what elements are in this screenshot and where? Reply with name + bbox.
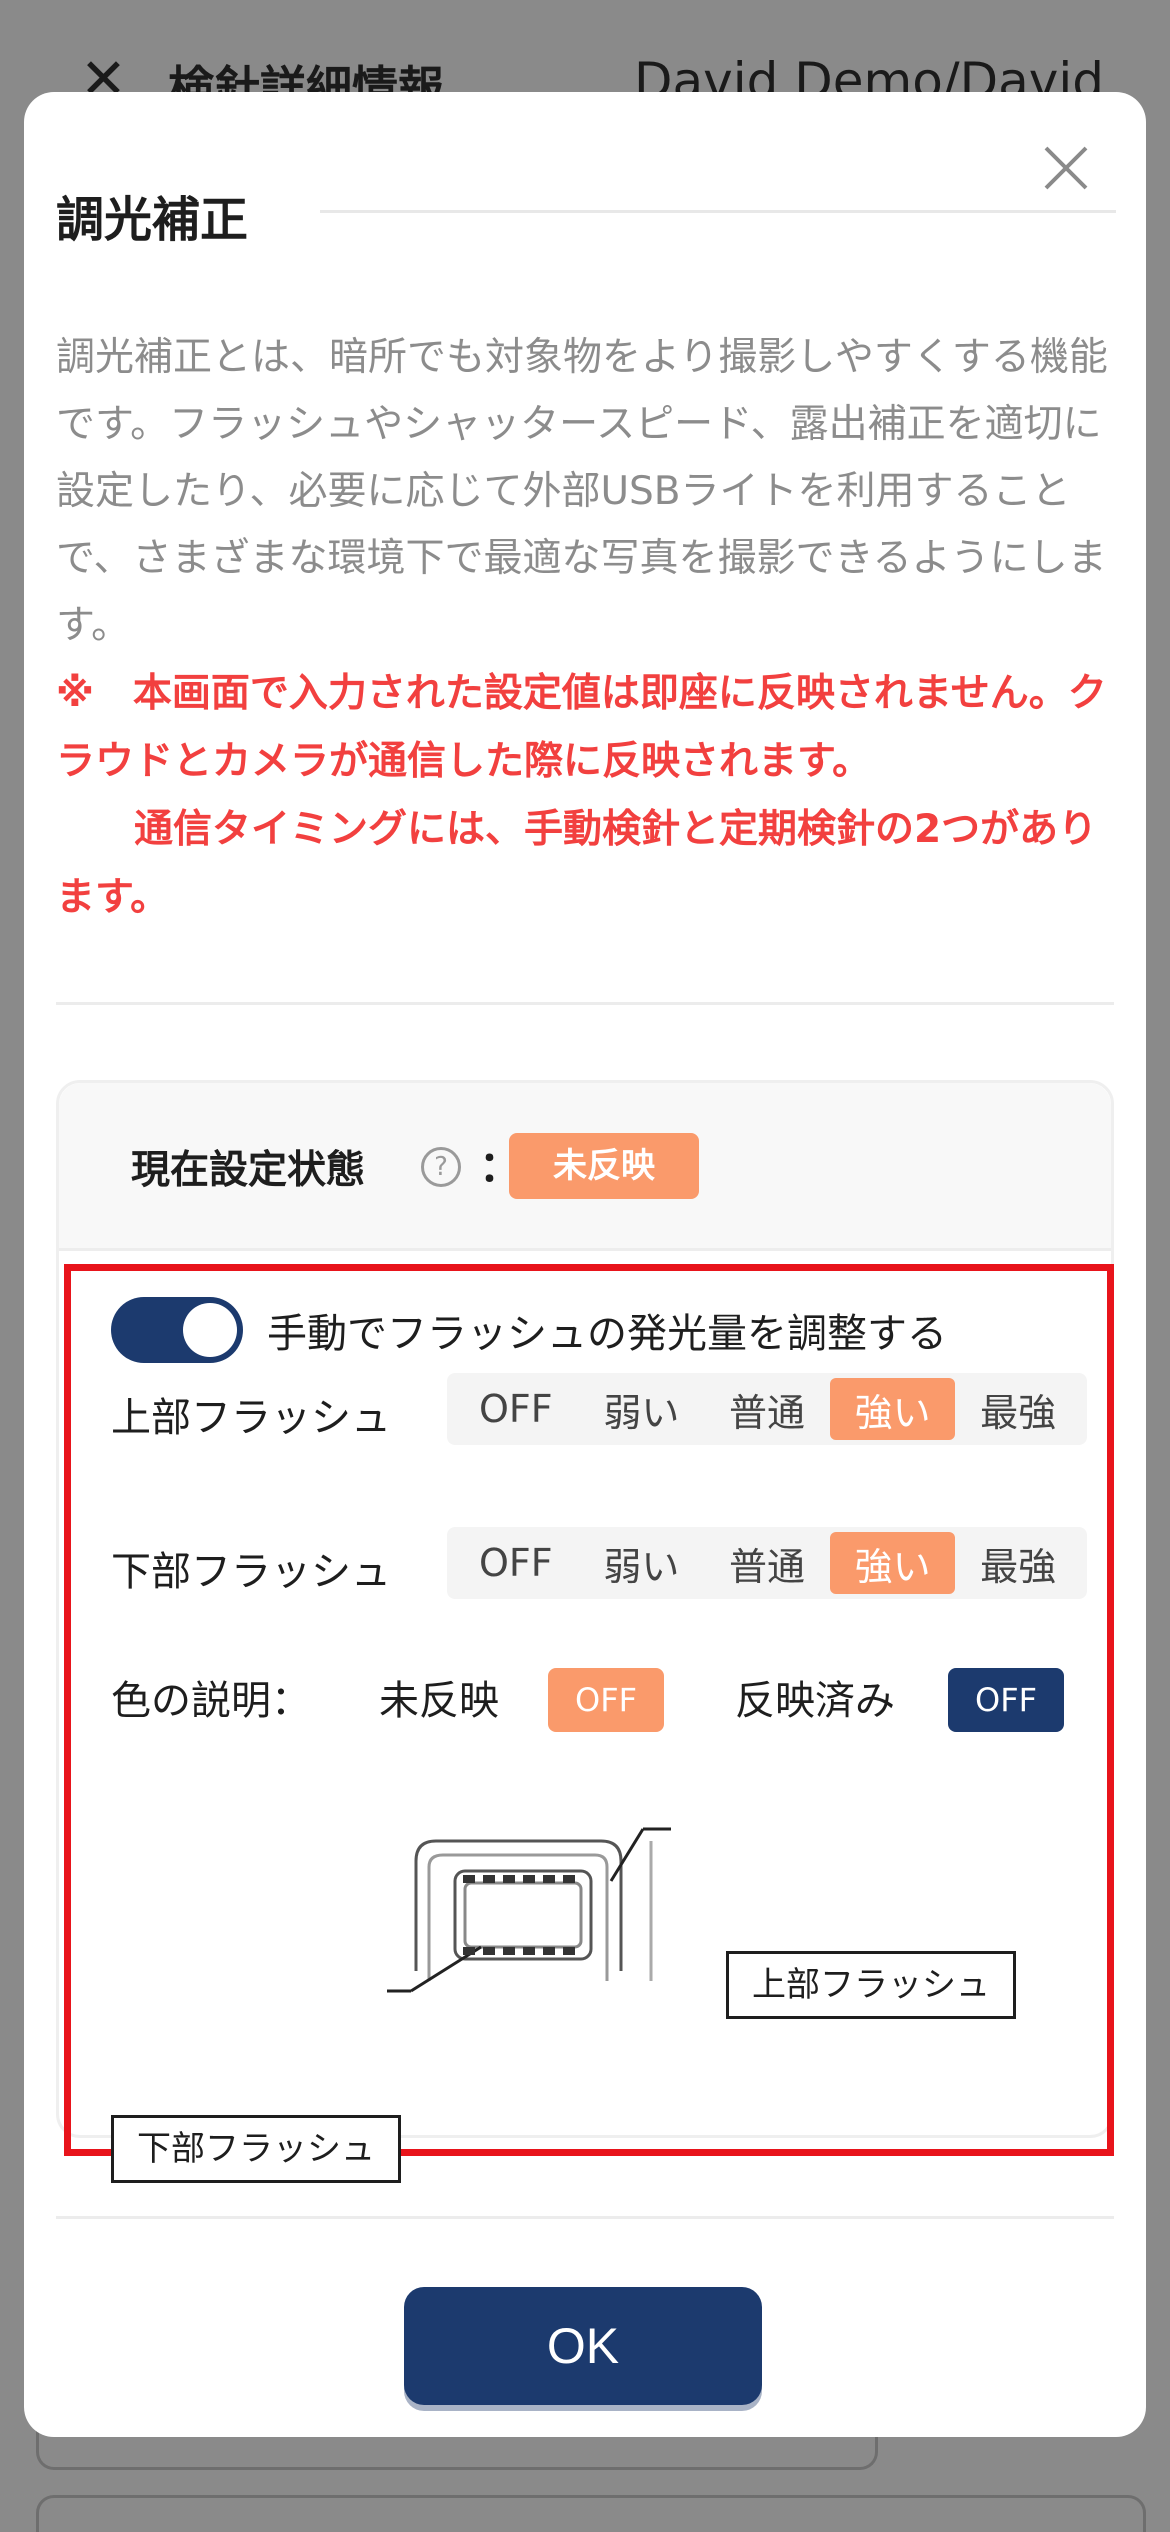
ok-button[interactable]: OK xyxy=(404,2287,762,2405)
description-text: 調光補正とは、暗所でも対象物をより撮影しやすくする機能です。フラッシュやシャッタ… xyxy=(56,335,1108,648)
diagram-lower-flash-callout: 下部フラッシュ xyxy=(111,2115,401,2183)
footer-divider xyxy=(56,2216,1114,2219)
diagram-upper-flash-callout: 上部フラッシュ xyxy=(726,1951,1016,2019)
status-header: 現在設定状態 ? ： 未反映 xyxy=(59,1083,1111,1251)
title-divider xyxy=(320,210,1116,213)
flash-settings-highlight: 手動でフラッシュの発光量を調整する 上部フラッシュ OFF 弱い 普通 強い 最… xyxy=(64,1264,1114,2183)
dialog-title: 調光補正 xyxy=(56,192,249,248)
dimming-correction-dialog: 調光補正 調光補正とは、暗所でも対象物をより撮影しやすくする機能です。フラッシュ… xyxy=(24,92,1146,2437)
status-badge: 未反映 xyxy=(509,1133,699,1199)
notice-line: 通信タイミングには、手動検針と定期検針の2つがあります。 xyxy=(56,807,1098,920)
notice-line: ※ 本画面で入力された設定値は即座に反映されません。クラウドとカメラが通信した際… xyxy=(56,671,1107,784)
background-card xyxy=(36,2495,1146,2532)
section-divider xyxy=(56,1002,1114,1005)
help-icon[interactable]: ? xyxy=(421,1147,461,1187)
status-label: 現在設定状態 xyxy=(131,1148,366,1193)
notice-text: ※ 本画面で入力された設定値は即座に反映されません。クラウドとカメラが通信した際… xyxy=(56,660,1116,932)
close-icon[interactable] xyxy=(1038,140,1094,196)
